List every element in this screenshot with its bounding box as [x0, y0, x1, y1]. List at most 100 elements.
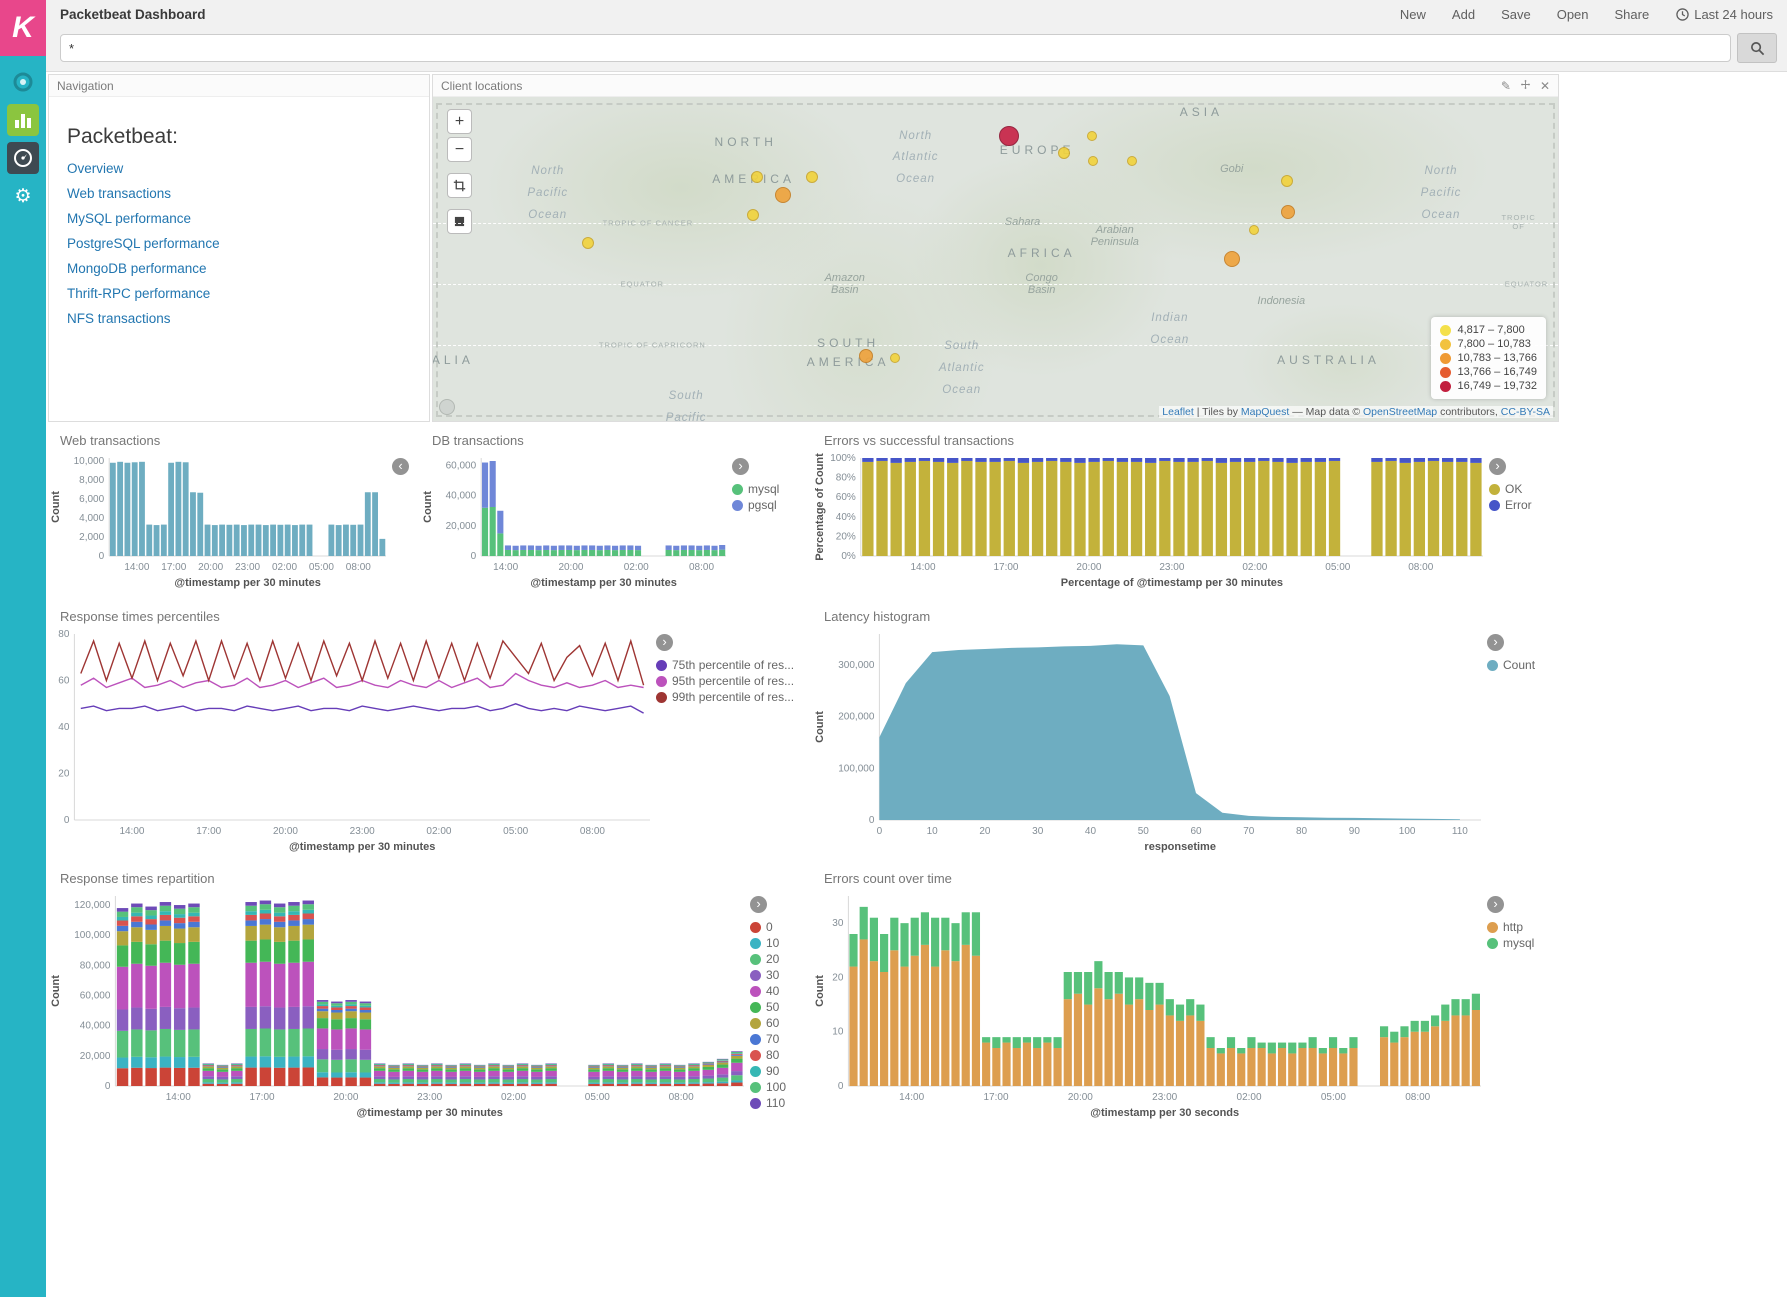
legend-item[interactable]: 100 [750, 1080, 808, 1094]
map-marker[interactable] [806, 171, 818, 183]
legend-item[interactable]: 95th percentile of res... [656, 674, 808, 688]
legend-item[interactable]: 80 [750, 1048, 808, 1062]
svg-text:60,000: 60,000 [446, 461, 477, 472]
legend-item[interactable]: 99th percentile of res... [656, 690, 808, 704]
legend-toggle[interactable]: ‹ [392, 458, 409, 475]
edit-icon[interactable]: ✎ [1501, 80, 1511, 92]
nav-link-web-transactions[interactable]: Web transactions [67, 186, 411, 201]
nav-link-nfs-transactions[interactable]: NFS transactions [67, 311, 411, 326]
client-locations-map[interactable]: + − NORTHAMERICAEUROPEASIAAFRICASOUTHAME… [433, 97, 1558, 421]
legend-item[interactable]: 50 [750, 1000, 808, 1014]
menu-add[interactable]: Add [1439, 7, 1488, 22]
legend-toggle[interactable]: › [732, 458, 749, 475]
map-marker[interactable] [1127, 156, 1137, 166]
errors-vs-successful-chart[interactable]: 0%20%40%60%80%100%14:0017:0020:0023:0002… [812, 450, 1489, 592]
rectangle-tool-button[interactable] [447, 209, 472, 234]
map-attribution: Leaflet | Tiles by MapQuest — Map data ©… [1159, 406, 1553, 418]
latency-histogram-chart[interactable]: 0100,000200,000300,000010203040506070809… [812, 626, 1487, 856]
nav-link-mongodb-performance[interactable]: MongoDB performance [67, 261, 411, 276]
svg-text:10,000: 10,000 [74, 456, 105, 467]
time-filter[interactable]: Last 24 hours [1662, 7, 1773, 22]
map-marker[interactable] [1224, 251, 1240, 267]
map-marker[interactable] [1281, 175, 1293, 187]
legend-item[interactable]: 20 [750, 952, 808, 966]
map-marker[interactable] [751, 171, 763, 183]
web-transactions-chart[interactable]: 02,0004,0006,0008,00010,00014:0017:0020:… [48, 450, 392, 592]
menu-save[interactable]: Save [1488, 7, 1544, 22]
legend-dot [1487, 660, 1498, 671]
legend-item[interactable]: Error [1489, 498, 1559, 512]
crop-tool-button[interactable] [447, 173, 472, 198]
svg-text:14:00: 14:00 [493, 562, 518, 573]
attribution-link[interactable]: OpenStreetMap [1363, 406, 1437, 418]
legend-toggle[interactable]: › [1487, 896, 1504, 913]
legend-item[interactable]: 10 [750, 936, 808, 950]
legend-item[interactable]: 40 [750, 984, 808, 998]
kibana-logo[interactable]: K [0, 0, 46, 56]
nav-link-thrift-rpc-performance[interactable]: Thrift-RPC performance [67, 286, 411, 301]
menu-open[interactable]: Open [1544, 7, 1602, 22]
panel-response-repartition: Response times repartition 020,00040,000… [48, 866, 808, 1128]
map-marker[interactable] [1249, 225, 1259, 235]
map-marker[interactable] [1058, 147, 1070, 159]
map-marker[interactable] [747, 209, 759, 221]
legend-item[interactable]: 30 [750, 968, 808, 982]
legend-item[interactable]: 110 [750, 1096, 808, 1110]
response-percentiles-chart[interactable]: 02040608014:0017:0020:0023:0002:0005:000… [48, 626, 656, 856]
legend-item[interactable]: 70 [750, 1032, 808, 1046]
map-marker[interactable] [1281, 205, 1295, 219]
legend-toggle[interactable]: › [1487, 634, 1504, 651]
svg-text:05:00: 05:00 [309, 562, 334, 573]
legend-item[interactable]: 75th percentile of res... [656, 658, 808, 672]
chart-title: DB transactions [420, 428, 810, 450]
menu-new[interactable]: New [1387, 7, 1439, 22]
search-icon [1750, 41, 1765, 56]
legend-item[interactable]: mysql [732, 482, 810, 496]
move-icon[interactable] [1520, 79, 1531, 92]
legend-item[interactable]: pgsql [732, 498, 810, 512]
search-input[interactable] [60, 34, 1731, 62]
svg-text:17:00: 17:00 [196, 826, 221, 837]
legend-item[interactable]: OK [1489, 482, 1559, 496]
attribution-toggle[interactable] [439, 399, 455, 415]
map-marker[interactable] [999, 126, 1019, 146]
db-transactions-chart[interactable]: 020,00040,00060,00014:0020:0002:0008:00@… [420, 450, 732, 592]
svg-text:23:00: 23:00 [235, 562, 260, 573]
nav-link-overview[interactable]: Overview [67, 161, 411, 176]
map-marker[interactable] [582, 237, 594, 249]
close-icon[interactable]: ✕ [1540, 80, 1550, 92]
legend-toggle[interactable]: › [1489, 458, 1506, 475]
nav-link-postgresql-performance[interactable]: PostgreSQL performance [67, 236, 411, 251]
map-marker[interactable] [859, 349, 873, 363]
response-repartition-chart[interactable]: 020,00040,00060,00080,000100,000120,0001… [48, 888, 750, 1122]
legend-item[interactable]: Count [1487, 658, 1559, 672]
svg-text:70: 70 [1243, 826, 1255, 837]
nav-link-mysql-performance[interactable]: MySQL performance [67, 211, 411, 226]
legend-item[interactable]: 60 [750, 1016, 808, 1030]
legend-item[interactable]: 90 [750, 1064, 808, 1078]
legend-item[interactable]: http [1487, 920, 1559, 934]
map-marker[interactable] [890, 353, 900, 363]
attribution-link[interactable]: MapQuest [1241, 406, 1289, 418]
search-button[interactable] [1737, 33, 1777, 63]
errors-count-chart[interactable]: 010203014:0017:0020:0023:0002:0005:0008:… [812, 888, 1487, 1122]
settings-icon[interactable]: ⚙ [7, 180, 39, 212]
zoom-in-button[interactable]: + [447, 109, 472, 134]
legend-toggle[interactable]: › [750, 896, 767, 913]
map-marker[interactable] [1087, 131, 1097, 141]
visualize-icon[interactable] [7, 104, 39, 136]
discover-icon[interactable] [7, 66, 39, 98]
legend-toggle[interactable]: › [656, 634, 673, 651]
svg-text:80,000: 80,000 [80, 960, 111, 971]
attribution-link[interactable]: CC-BY-SA [1501, 406, 1550, 418]
svg-text:Count: Count [814, 975, 826, 1007]
legend-item[interactable]: mysql [1487, 936, 1559, 950]
attribution-link[interactable]: Leaflet [1162, 406, 1194, 418]
svg-text:14:00: 14:00 [166, 1092, 191, 1103]
map-marker[interactable] [775, 187, 791, 203]
zoom-out-button[interactable]: − [447, 137, 472, 162]
legend-item[interactable]: 0 [750, 920, 808, 934]
menu-share[interactable]: Share [1602, 7, 1663, 22]
dashboard-icon[interactable] [7, 142, 39, 174]
map-marker[interactable] [1088, 156, 1098, 166]
